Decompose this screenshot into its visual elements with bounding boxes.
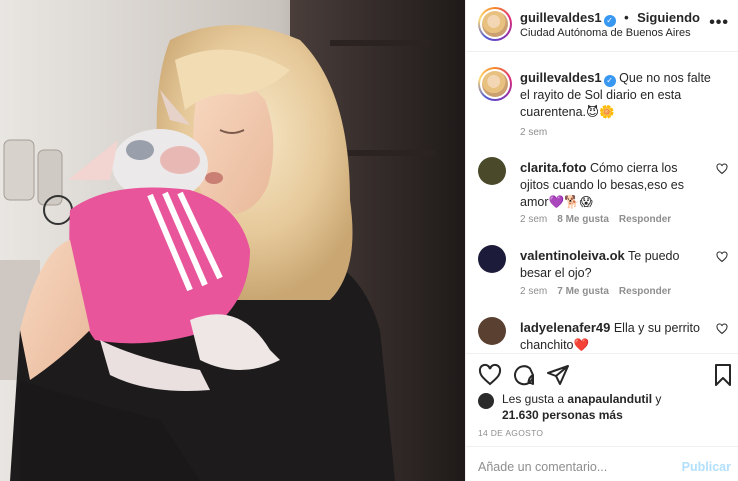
comment-likes-count[interactable]: 7 Me gusta	[557, 286, 609, 297]
author-avatar[interactable]	[478, 7, 512, 41]
post-photo[interactable]	[0, 0, 465, 481]
author-username-link[interactable]: guillevaldes1	[520, 10, 602, 25]
comment-meta: 2 sem 8 Me gusta Responder	[520, 214, 671, 225]
comment-meta: 2 sem 7 Me gusta Responder	[520, 286, 671, 297]
likes-conjunction: y	[655, 392, 662, 406]
commenter-username-link[interactable]: valentinoleiva.ok	[520, 248, 625, 263]
comment-likes-count[interactable]: 8 Me gusta	[557, 214, 609, 225]
commenter-avatar[interactable]	[478, 245, 506, 273]
location-link[interactable]: Ciudad Autónoma de Buenos Aires	[520, 27, 691, 39]
separator-dot: •	[624, 10, 629, 25]
caption-time[interactable]: 2 sem	[520, 127, 547, 138]
commenter-avatar[interactable]	[478, 317, 506, 345]
add-comment-bar: Añade un comentario... Publicar	[466, 446, 738, 481]
caption-author-avatar[interactable]	[478, 67, 512, 101]
comment-input[interactable]: Añade un comentario...	[478, 460, 607, 474]
author-line: guillevaldes1 ✓ • Siguiendo	[520, 9, 700, 27]
photo-woman-with-dog	[0, 0, 465, 481]
post-header: guillevaldes1 ✓ • Siguiendo Ciudad Autóno…	[466, 0, 738, 52]
liker-avatar[interactable]	[478, 393, 494, 409]
comment-time[interactable]: 2 sem	[520, 214, 547, 225]
comment-like-heart-icon[interactable]	[716, 251, 728, 263]
comments-list[interactable]: guillevaldes1 ✓ Que no nos falte el rayit…	[466, 53, 738, 353]
likes-others-link[interactable]: 21.630 personas más	[502, 408, 623, 422]
commenter-avatar[interactable]	[478, 157, 506, 185]
reply-button[interactable]: Responder	[619, 214, 671, 225]
caption-username-link[interactable]: guillevaldes1	[520, 70, 602, 85]
comment-icon[interactable]	[512, 363, 536, 387]
comment-like-heart-icon[interactable]	[716, 323, 728, 335]
reply-button[interactable]: Responder	[619, 286, 671, 297]
more-horizontal-icon[interactable]: •••	[709, 14, 729, 32]
action-bar	[466, 353, 738, 393]
following-button[interactable]: Siguiendo	[637, 10, 700, 25]
commenter-username-link[interactable]: ladyelenafer49	[520, 320, 610, 335]
verified-badge-icon: ✓	[603, 15, 616, 27]
publish-button[interactable]: Publicar	[682, 460, 731, 474]
bookmark-icon[interactable]	[711, 363, 735, 387]
comment-like-heart-icon[interactable]	[716, 163, 728, 175]
comment-time[interactable]: 2 sem	[520, 286, 547, 297]
liker-username-link[interactable]: anapaulandutil	[567, 392, 652, 406]
verified-badge-icon: ✓	[603, 75, 616, 87]
heart-icon[interactable]	[478, 363, 502, 387]
post-date[interactable]: 14 DE AGOSTO	[478, 428, 543, 438]
share-icon[interactable]	[546, 363, 570, 387]
commenter-username-link[interactable]: clarita.foto	[520, 160, 586, 175]
likes-prefix: Les gusta a	[502, 392, 565, 406]
post-side-panel: guillevaldes1 ✓ • Siguiendo Ciudad Autóno…	[465, 0, 738, 481]
